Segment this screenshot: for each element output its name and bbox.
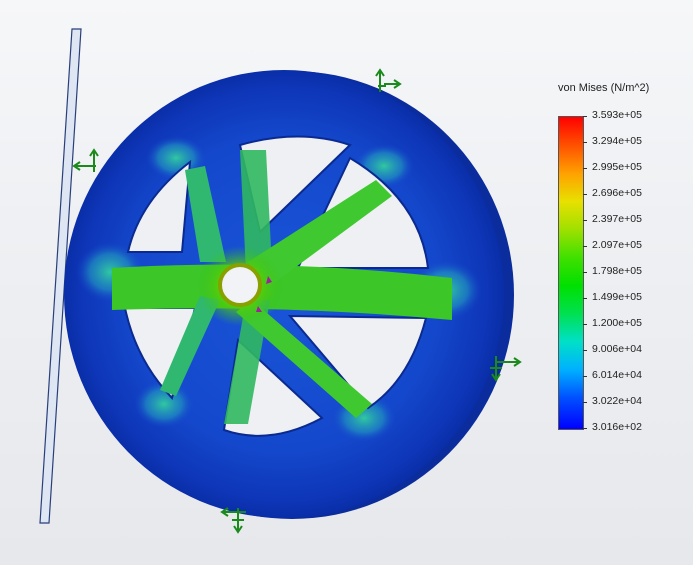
legend-tick-label: 2.696e+05 (592, 187, 642, 199)
fixture-arrow-icon[interactable] (72, 148, 99, 172)
legend-tick-label: 9.006e+04 (592, 343, 642, 355)
legend-tick-mark (583, 272, 587, 273)
legend-title: von Mises (N/m^2) (558, 82, 650, 94)
legend-tick-label: 1.499e+05 (592, 291, 642, 303)
legend-tick-mark (583, 220, 587, 221)
legend-tick-mark (583, 168, 587, 169)
hub (196, 246, 284, 326)
legend-tick-label: 3.016e+02 (592, 421, 642, 433)
legend-tick-mark (583, 350, 587, 351)
legend-tick-label: 2.995e+05 (592, 161, 642, 173)
legend-tick-label: 3.022e+04 (592, 395, 642, 407)
legend-tick-mark (583, 116, 587, 117)
legend-tick-mark (583, 246, 587, 247)
legend-tick-mark (583, 298, 587, 299)
fixture-arrow-icon[interactable] (220, 507, 246, 534)
fixture-arrow-icon[interactable] (375, 68, 402, 92)
stress-legend: von Mises (N/m^2) 3.593e+05 3.294e+05 2.99… (540, 78, 690, 438)
legend-tick-label: 1.200e+05 (592, 317, 642, 329)
legend-tick-label: 2.097e+05 (592, 239, 642, 251)
legend-tick-mark (583, 142, 587, 143)
legend-tick-label: 6.014e+04 (592, 369, 642, 381)
legend-tick-mark (583, 376, 587, 377)
legend-tick-label: 2.397e+05 (592, 213, 642, 225)
legend-tick-mark (583, 428, 587, 429)
legend-tick-mark (583, 402, 587, 403)
legend-tick-mark (583, 194, 587, 195)
wheel-part[interactable] (64, 70, 514, 519)
legend-tick-label: 1.798e+05 (592, 265, 642, 277)
legend-tick-mark (583, 324, 587, 325)
legend-tick-label: 3.294e+05 (592, 135, 642, 147)
legend-tick-label: 3.593e+05 (592, 109, 642, 121)
legend-colorbar (558, 116, 584, 430)
